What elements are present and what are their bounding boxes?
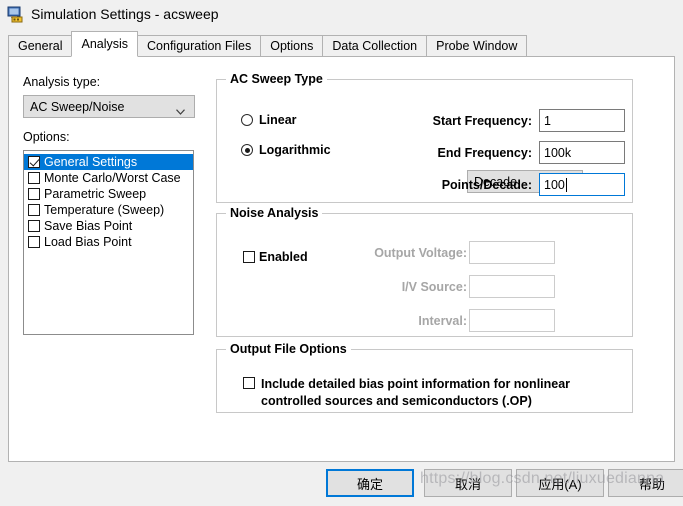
list-item[interactable]: Temperature (Sweep) — [24, 202, 193, 218]
noise-analysis-group-title: Noise Analysis — [226, 206, 323, 220]
radio-logarithmic-label: Logarithmic — [259, 143, 331, 157]
checkbox-icon[interactable] — [28, 172, 40, 184]
interval-label: Interval: — [418, 314, 467, 328]
apply-button[interactable]: 应用(A) — [516, 469, 604, 497]
list-item-label: Save Bias Point — [44, 219, 133, 233]
cancel-button[interactable]: 取消 — [424, 469, 512, 497]
start-frequency-input[interactable]: 1 — [539, 109, 625, 132]
tab-analysis[interactable]: Analysis — [71, 31, 139, 57]
include-bias-point-checkbox[interactable]: Include detailed bias point information … — [243, 376, 613, 410]
checkbox-icon[interactable] — [28, 236, 40, 248]
ac-sweep-type-group-title: AC Sweep Type — [226, 72, 327, 86]
checkbox-icon[interactable] — [28, 220, 40, 232]
list-item-label: General Settings — [44, 155, 138, 169]
tab-options[interactable]: Options — [260, 35, 324, 57]
start-frequency-value: 1 — [544, 113, 551, 128]
radio-linear-label: Linear — [259, 113, 297, 127]
options-listbox[interactable]: General Settings Monte Carlo/Worst Case … — [23, 150, 194, 335]
title-bar: Simulation Settings - acsweep — [0, 0, 683, 27]
radio-linear[interactable]: Linear — [241, 113, 297, 127]
list-item[interactable]: Save Bias Point — [24, 218, 193, 234]
noise-analysis-group: Noise Analysis Enabled Output Voltage: I… — [216, 206, 633, 337]
output-voltage-label: Output Voltage: — [374, 246, 467, 260]
include-bias-point-label: Include detailed bias point information … — [261, 377, 571, 408]
analysis-type-label: Analysis type: — [23, 75, 101, 89]
ok-button[interactable]: 确定 — [326, 469, 414, 497]
tab-probe-window[interactable]: Probe Window — [426, 35, 528, 57]
list-item-label: Load Bias Point — [44, 235, 132, 249]
end-frequency-value: 100k — [544, 145, 572, 160]
points-per-decade-input[interactable]: 100 — [539, 173, 625, 196]
checkbox-icon[interactable] — [28, 156, 40, 168]
list-item[interactable]: General Settings — [24, 154, 193, 170]
list-item[interactable]: Monte Carlo/Worst Case — [24, 170, 193, 186]
analysis-tab-panel: Analysis type: AC Sweep/Noise Options: G… — [8, 56, 675, 462]
list-item[interactable]: Load Bias Point — [24, 234, 193, 250]
text-caret — [565, 177, 567, 192]
help-button[interactable]: 帮助 — [608, 469, 683, 497]
simulation-profile-icon — [7, 6, 24, 23]
chevron-down-icon — [176, 104, 185, 115]
list-item-label: Parametric Sweep — [44, 187, 147, 201]
radio-selected-icon[interactable] — [241, 144, 253, 156]
tab-configuration-files[interactable]: Configuration Files — [137, 35, 262, 57]
tab-data-collection[interactable]: Data Collection — [322, 35, 428, 57]
checkbox-icon[interactable] — [243, 377, 255, 389]
list-item[interactable]: Parametric Sweep — [24, 186, 193, 202]
dialog-footer: 确定 取消 应用(A) 帮助 — [0, 463, 683, 506]
window-title: Simulation Settings - acsweep — [31, 5, 219, 22]
analysis-type-value: AC Sweep/Noise — [30, 99, 125, 114]
output-file-options-group-title: Output File Options — [226, 342, 351, 356]
list-item-label: Monte Carlo/Worst Case — [44, 171, 181, 185]
checkbox-icon[interactable] — [28, 188, 40, 200]
list-item-label: Temperature (Sweep) — [44, 203, 165, 217]
points-per-decade-label: Points/Decade: — [441, 178, 532, 192]
radio-logarithmic[interactable]: Logarithmic — [241, 143, 331, 157]
iv-source-input — [469, 275, 555, 298]
checkbox-icon[interactable] — [243, 251, 255, 263]
tab-general[interactable]: General — [8, 35, 73, 57]
options-label: Options: — [23, 130, 70, 144]
noise-enabled-checkbox[interactable]: Enabled — [243, 250, 308, 264]
end-frequency-label: End Frequency: — [437, 146, 532, 160]
radio-icon[interactable] — [241, 114, 253, 126]
output-file-options-group: Output File Options Include detailed bia… — [216, 342, 633, 413]
tab-bar: General Analysis Configuration Files Opt… — [8, 31, 528, 57]
interval-input — [469, 309, 555, 332]
start-frequency-label: Start Frequency: — [432, 114, 532, 128]
end-frequency-input[interactable]: 100k — [539, 141, 625, 164]
checkbox-icon[interactable] — [28, 204, 40, 216]
analysis-type-dropdown[interactable]: AC Sweep/Noise — [23, 95, 195, 118]
output-voltage-input — [469, 241, 555, 264]
ac-sweep-type-group: AC Sweep Type Linear Logarithmic Decade … — [216, 72, 633, 203]
noise-enabled-label: Enabled — [259, 250, 308, 264]
iv-source-label: I/V Source: — [401, 280, 467, 294]
points-per-decade-value: 100 — [544, 177, 565, 192]
